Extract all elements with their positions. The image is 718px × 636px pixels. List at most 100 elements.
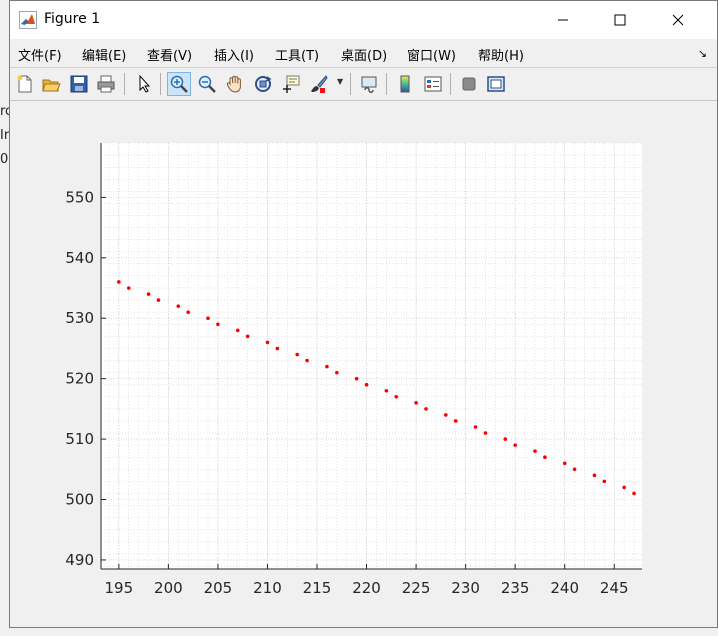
menu-view[interactable]: 查看(V) [147,45,192,64]
y-tick-label: 530 [65,309,94,327]
title-bar[interactable]: Figure 1 [10,1,717,39]
data-point [354,376,359,381]
figure-window: Figure 1 文件(F) 编辑(E) 查看(V) 插入(I) 工具(T) 桌… [9,0,718,628]
menu-desktop[interactable]: 桌面(D) [341,45,387,64]
show-plot-tools-button[interactable] [484,72,508,96]
legend-icon [424,76,442,92]
toolbar-separator [386,73,387,95]
data-point [453,419,458,423]
menu-insert[interactable]: 插入(I) [214,45,254,64]
data-point [592,473,597,478]
save-button[interactable] [67,72,91,96]
y-tick-label: 520 [65,370,94,388]
open-icon [42,79,61,92]
data-point [414,401,418,405]
data-point [216,322,220,327]
colorbar-icon [400,75,410,93]
new-figure-button[interactable] [13,72,37,96]
x-tick-label: 220 [352,579,381,597]
maximize-icon [614,14,626,26]
data-point [533,449,537,453]
data-point [572,467,577,472]
window-title: Figure 1 [44,11,101,27]
x-tick-label: 200 [154,579,183,597]
background-text-fragment: 0 [0,152,9,167]
background-text-fragment: Ir [0,128,10,143]
data-point [275,346,280,351]
y-tick-label: 550 [65,188,94,206]
data-point [384,388,389,393]
x-tick-label: 235 [501,579,530,597]
data-point [126,286,131,290]
save-icon [70,75,88,93]
data-point [473,425,478,429]
toolbar-separator [450,73,451,95]
menu-help[interactable]: 帮助(H) [478,45,524,64]
plot-area[interactable] [101,143,642,569]
hide-plot-tools-button[interactable] [457,72,481,96]
x-tick-label: 210 [253,579,282,597]
y-tick-label: 490 [65,551,94,569]
menu-overflow-arrow-icon[interactable]: ↘ [698,47,707,60]
data-point [513,443,517,447]
pan-button[interactable] [223,72,247,96]
data-point [265,340,270,345]
minimize-button[interactable] [535,1,591,39]
print-icon [97,75,115,93]
data-point [295,352,299,357]
menu-window[interactable]: 窗口(W) [407,45,456,64]
x-tick-label: 240 [550,579,579,597]
data-point [245,334,250,339]
maximize-button[interactable] [592,1,648,39]
zoom-in-icon [170,75,188,93]
open-file-button[interactable] [39,72,63,96]
minimize-icon [558,19,568,21]
toolbar-separator [160,73,161,95]
link-plot-icon [361,76,377,93]
data-point [335,370,339,375]
data-point [602,479,607,484]
print-button[interactable] [94,72,118,96]
toolbar-separator [124,73,125,95]
x-tick-label: 245 [600,579,629,597]
data-point [235,328,240,333]
menu-tools[interactable]: 工具(T) [275,45,319,64]
data-cursor-icon [283,75,300,93]
x-tick-label: 225 [402,579,431,597]
data-point [117,280,121,284]
brush-dropdown-icon[interactable]: ▼ [337,77,343,86]
new-figure-icon [17,75,32,93]
close-button[interactable] [650,1,706,39]
insert-colorbar-button[interactable] [393,72,417,96]
rotate-3d-button[interactable] [251,72,275,96]
data-point [146,292,151,296]
data-point [156,298,161,302]
figure-toolbar: ▼ [10,67,717,101]
x-tick-label: 230 [451,579,480,597]
menu-edit[interactable]: 编辑(E) [82,45,126,64]
figure-canvas[interactable]: 195 200 205 210 215 220 225 230 235 240 245 490 500 5… [10,101,717,627]
brush-button[interactable] [307,72,331,96]
x-tick-label: 215 [303,579,332,597]
zoom-out-button[interactable] [195,72,219,96]
menu-file[interactable]: 文件(F) [18,45,62,64]
insert-legend-button[interactable] [421,72,445,96]
data-point [483,431,488,435]
toolbar-separator [350,73,351,95]
scatter-plot[interactable]: 195 200 205 210 215 220 225 230 235 240 245 490 500 5… [10,101,717,627]
data-point [424,407,428,411]
matlab-logo-icon [19,11,37,29]
zoom-in-button[interactable] [167,72,191,96]
data-point [325,364,329,369]
menu-bar: 文件(F) 编辑(E) 查看(V) 插入(I) 工具(T) 桌面(D) 窗口(W… [10,39,717,67]
data-point [503,437,508,441]
zoom-out-icon [198,75,216,93]
data-point [444,413,448,417]
data-point [206,316,210,321]
link-plot-button[interactable] [357,72,381,96]
rotate-3d-icon [255,76,272,92]
y-tick-label: 540 [65,249,94,267]
edit-plot-button[interactable] [132,72,156,96]
data-cursor-button[interactable] [279,72,303,96]
background-window-bottom [0,628,718,636]
